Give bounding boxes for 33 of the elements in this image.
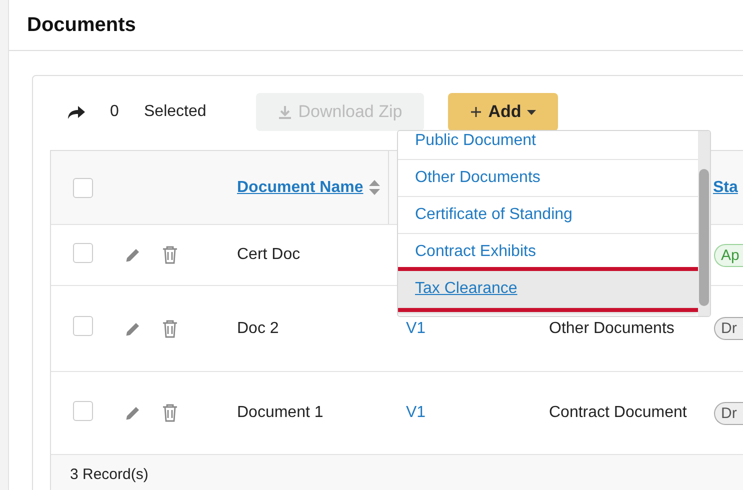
document-type: Other Documents [549,320,674,336]
trash-icon[interactable] [162,404,178,422]
trash-icon[interactable] [162,320,178,338]
share-arrow-icon [66,104,86,120]
trash-icon[interactable] [162,246,178,264]
menu-item[interactable]: Public Document [398,131,698,160]
column-header[interactable]: Document Name [237,178,364,196]
record-count: 3 Record(s) [51,455,743,490]
version-link[interactable]: V1 [406,404,426,421]
pencil-icon[interactable] [124,246,142,264]
document-name: Cert Doc [237,246,300,263]
add-button[interactable]: Add [448,93,558,131]
status-badge: Ap [714,244,743,266]
selected-count: 0 [110,103,120,121]
row-checkbox[interactable] [73,242,93,262]
status-badge: Dr [714,402,743,424]
document-name: Document 1 [237,404,324,421]
pencil-icon[interactable] [124,404,142,422]
plus-icon [470,106,482,118]
scrollbar[interactable] [698,131,710,316]
status-badge: Dr [714,317,743,340]
caret-icon [527,110,536,114]
sort-icon[interactable] [369,180,380,195]
selected-label: Selected [144,103,206,121]
document-type: Contract Document [549,404,687,421]
row-checkbox[interactable] [73,400,93,420]
download-icon [278,105,292,119]
version-link[interactable]: V1 [406,320,426,336]
select-all-checkbox[interactable] [73,178,93,198]
column-header[interactable]: Sta [713,178,738,196]
page-title: Documents [27,14,136,36]
row-checkbox[interactable] [73,316,93,336]
document-name: Doc 2 [237,320,279,336]
